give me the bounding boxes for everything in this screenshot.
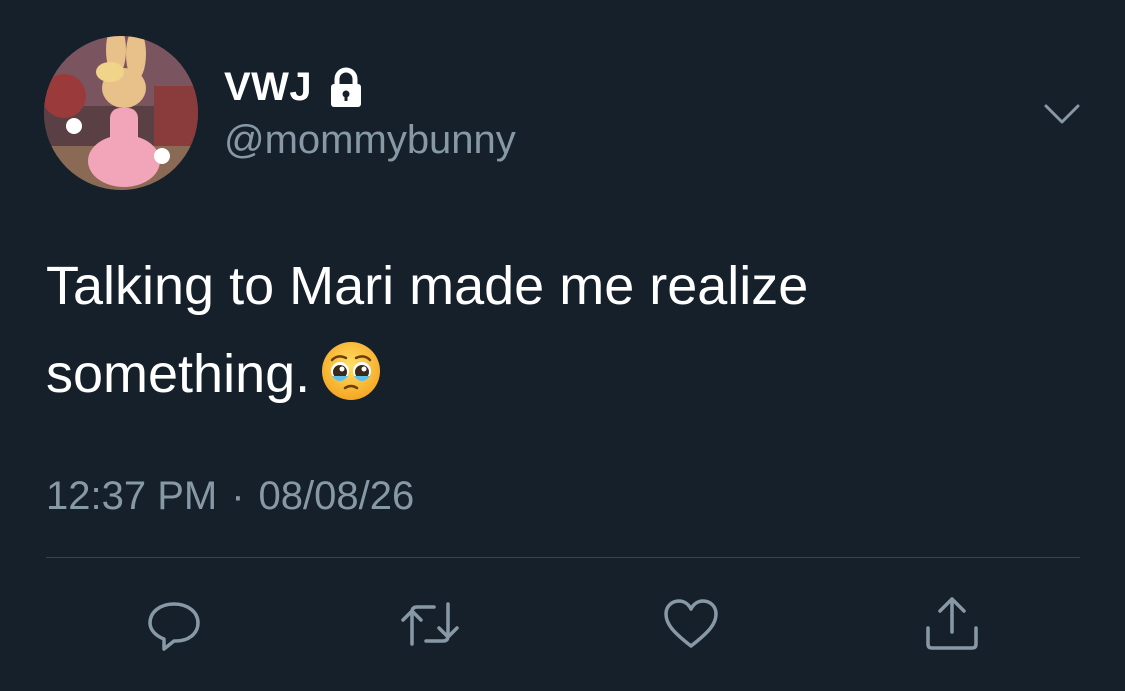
- like-button[interactable]: [659, 592, 723, 656]
- lock-icon: [324, 65, 368, 109]
- tweet-text-line-1: Talking to Mari made me realize: [46, 256, 809, 316]
- display-name[interactable]: VWJ: [224, 65, 312, 110]
- tweet-card: VWJ @mommybunny Talking to Mari made me …: [0, 0, 1125, 691]
- reply-icon: [148, 602, 200, 651]
- reply-button[interactable]: [142, 592, 206, 656]
- tweet-text-line-2: something.: [46, 330, 1046, 418]
- retweet-icon: [401, 602, 459, 646]
- action-bar: [0, 592, 1125, 656]
- tweet-timestamp: 12:37 PM · 08/08/26: [46, 474, 414, 519]
- pleading-face-emoji-icon: [320, 340, 382, 402]
- heart-icon: [664, 599, 718, 648]
- timestamp-separator: ·: [231, 474, 245, 518]
- avatar[interactable]: [44, 36, 198, 190]
- tweet-text: Talking to Mari made me realize somethin…: [46, 242, 1046, 418]
- share-icon: [926, 597, 978, 650]
- tweet-text-line-2-text: something.: [46, 344, 311, 404]
- user-handle[interactable]: @mommybunny: [224, 118, 516, 163]
- tweet-date[interactable]: 08/08/26: [259, 474, 415, 519]
- divider: [46, 557, 1080, 558]
- retweet-button[interactable]: [398, 592, 462, 656]
- tweet-time[interactable]: 12:37 PM: [46, 474, 217, 519]
- display-name-row[interactable]: VWJ: [224, 62, 368, 112]
- chevron-down-icon[interactable]: [1042, 98, 1082, 128]
- share-button[interactable]: [920, 592, 984, 656]
